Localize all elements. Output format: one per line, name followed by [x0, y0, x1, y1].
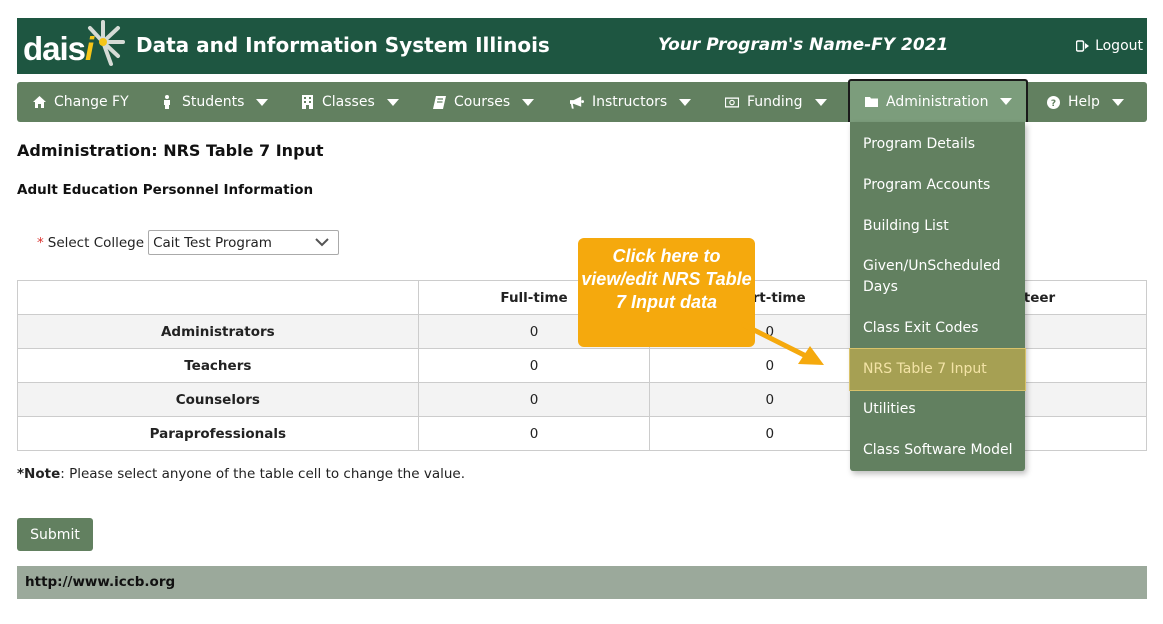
logo-text: dais: [23, 30, 86, 67]
menu-item-building-list[interactable]: Building List: [850, 216, 1025, 237]
sign-out-icon: [1075, 39, 1089, 53]
caret-down-icon: [1000, 98, 1013, 105]
callout-arrow-icon: [740, 321, 824, 365]
caret-down-icon: [679, 98, 692, 106]
caret-down-icon: [1111, 98, 1124, 106]
cell-full-time[interactable]: 0: [417, 382, 651, 417]
select-college-value: Cait Test Program: [153, 234, 272, 251]
note-label: *Note: [17, 466, 61, 482]
book-icon: [432, 95, 446, 109]
section-title: Adult Education Personnel Information: [17, 182, 314, 198]
nav-courses[interactable]: Courses: [432, 82, 535, 122]
caret-down-icon: [256, 98, 269, 106]
administration-dropdown-menu: Program Details Program Accounts Buildin…: [849, 122, 1026, 471]
column-header: [17, 280, 419, 315]
nav-instructors[interactable]: Instructors: [570, 82, 692, 122]
site-header: daisi Data and Information System Illino…: [17, 18, 1147, 74]
daisy-flower-icon: [88, 20, 125, 66]
folder-icon: [864, 95, 878, 109]
footer-link[interactable]: http://www.iccb.org: [25, 574, 175, 590]
nav-label: Classes: [322, 94, 375, 110]
cell-full-time[interactable]: 0: [417, 416, 651, 451]
bullhorn-icon: [570, 95, 584, 109]
nav-label: Administration: [886, 93, 989, 110]
nav-label: Help: [1068, 94, 1100, 110]
nav-students[interactable]: Students: [160, 82, 269, 122]
nav-label: Funding: [747, 94, 803, 110]
daisi-logo[interactable]: daisi: [23, 20, 125, 72]
note-body: : Please select anyone of the table cell…: [60, 466, 466, 482]
page-title: Administration: NRS Table 7 Input: [17, 141, 324, 160]
row-label: Teachers: [17, 348, 419, 383]
person-icon: [160, 95, 174, 109]
building-icon: [300, 95, 314, 109]
select-college-row: * Select College Cait Test Program: [37, 230, 340, 255]
required-marker: *: [37, 234, 44, 251]
site-title: Data and Information System Illinois: [136, 33, 550, 57]
nav-help[interactable]: ? Help: [1046, 82, 1124, 122]
nav-label: Courses: [454, 94, 511, 110]
nav-label: Instructors: [592, 94, 668, 110]
note-text: *Note: Please select anyone of the table…: [17, 466, 465, 482]
instruction-callout: Click here to view/edit NRS Table 7 Inpu…: [578, 238, 755, 347]
logout-label: Logout: [1095, 38, 1143, 54]
chevron-down-icon: [315, 238, 329, 247]
caret-down-icon: [814, 98, 827, 106]
question-icon: ?: [1046, 95, 1060, 109]
select-college-label: Select College: [47, 234, 145, 251]
svg-text:?: ?: [1050, 99, 1055, 109]
nav-label: Change FY: [54, 94, 129, 110]
menu-item-class-software-model[interactable]: Class Software Model: [850, 440, 1025, 461]
menu-item-class-exit-codes[interactable]: Class Exit Codes: [850, 318, 1025, 339]
footer-bar: http://www.iccb.org: [17, 566, 1147, 599]
caret-down-icon: [522, 98, 535, 106]
submit-button[interactable]: Submit: [17, 518, 93, 551]
row-label: Counselors: [17, 382, 419, 417]
money-icon: [725, 95, 739, 109]
row-label: Paraprofessionals: [17, 416, 419, 451]
main-navbar: Change FY Students Classes Courses Instr…: [17, 79, 1147, 122]
menu-item-utilities[interactable]: Utilities: [850, 399, 1025, 420]
menu-item-nrs-table-7-input[interactable]: NRS Table 7 Input: [849, 348, 1026, 391]
menu-item-program-accounts[interactable]: Program Accounts: [850, 175, 1025, 196]
nav-administration[interactable]: Administration: [848, 79, 1029, 122]
menu-item-program-details[interactable]: Program Details: [850, 134, 1025, 155]
nav-classes[interactable]: Classes: [300, 82, 399, 122]
row-label: Administrators: [17, 314, 419, 349]
caret-down-icon: [386, 98, 399, 106]
cell-full-time[interactable]: 0: [417, 348, 651, 383]
nav-change-fy[interactable]: Change FY: [32, 82, 129, 122]
nav-label: Students: [182, 94, 245, 110]
nav-funding[interactable]: Funding: [725, 82, 827, 122]
logout-button[interactable]: Logout: [1075, 38, 1143, 54]
menu-item-given-unscheduled-days[interactable]: Given/UnScheduled Days: [850, 256, 1010, 298]
select-college-dropdown[interactable]: Cait Test Program: [148, 230, 340, 255]
home-icon: [32, 95, 46, 109]
program-name: Your Program's Name-FY 2021: [658, 35, 949, 55]
